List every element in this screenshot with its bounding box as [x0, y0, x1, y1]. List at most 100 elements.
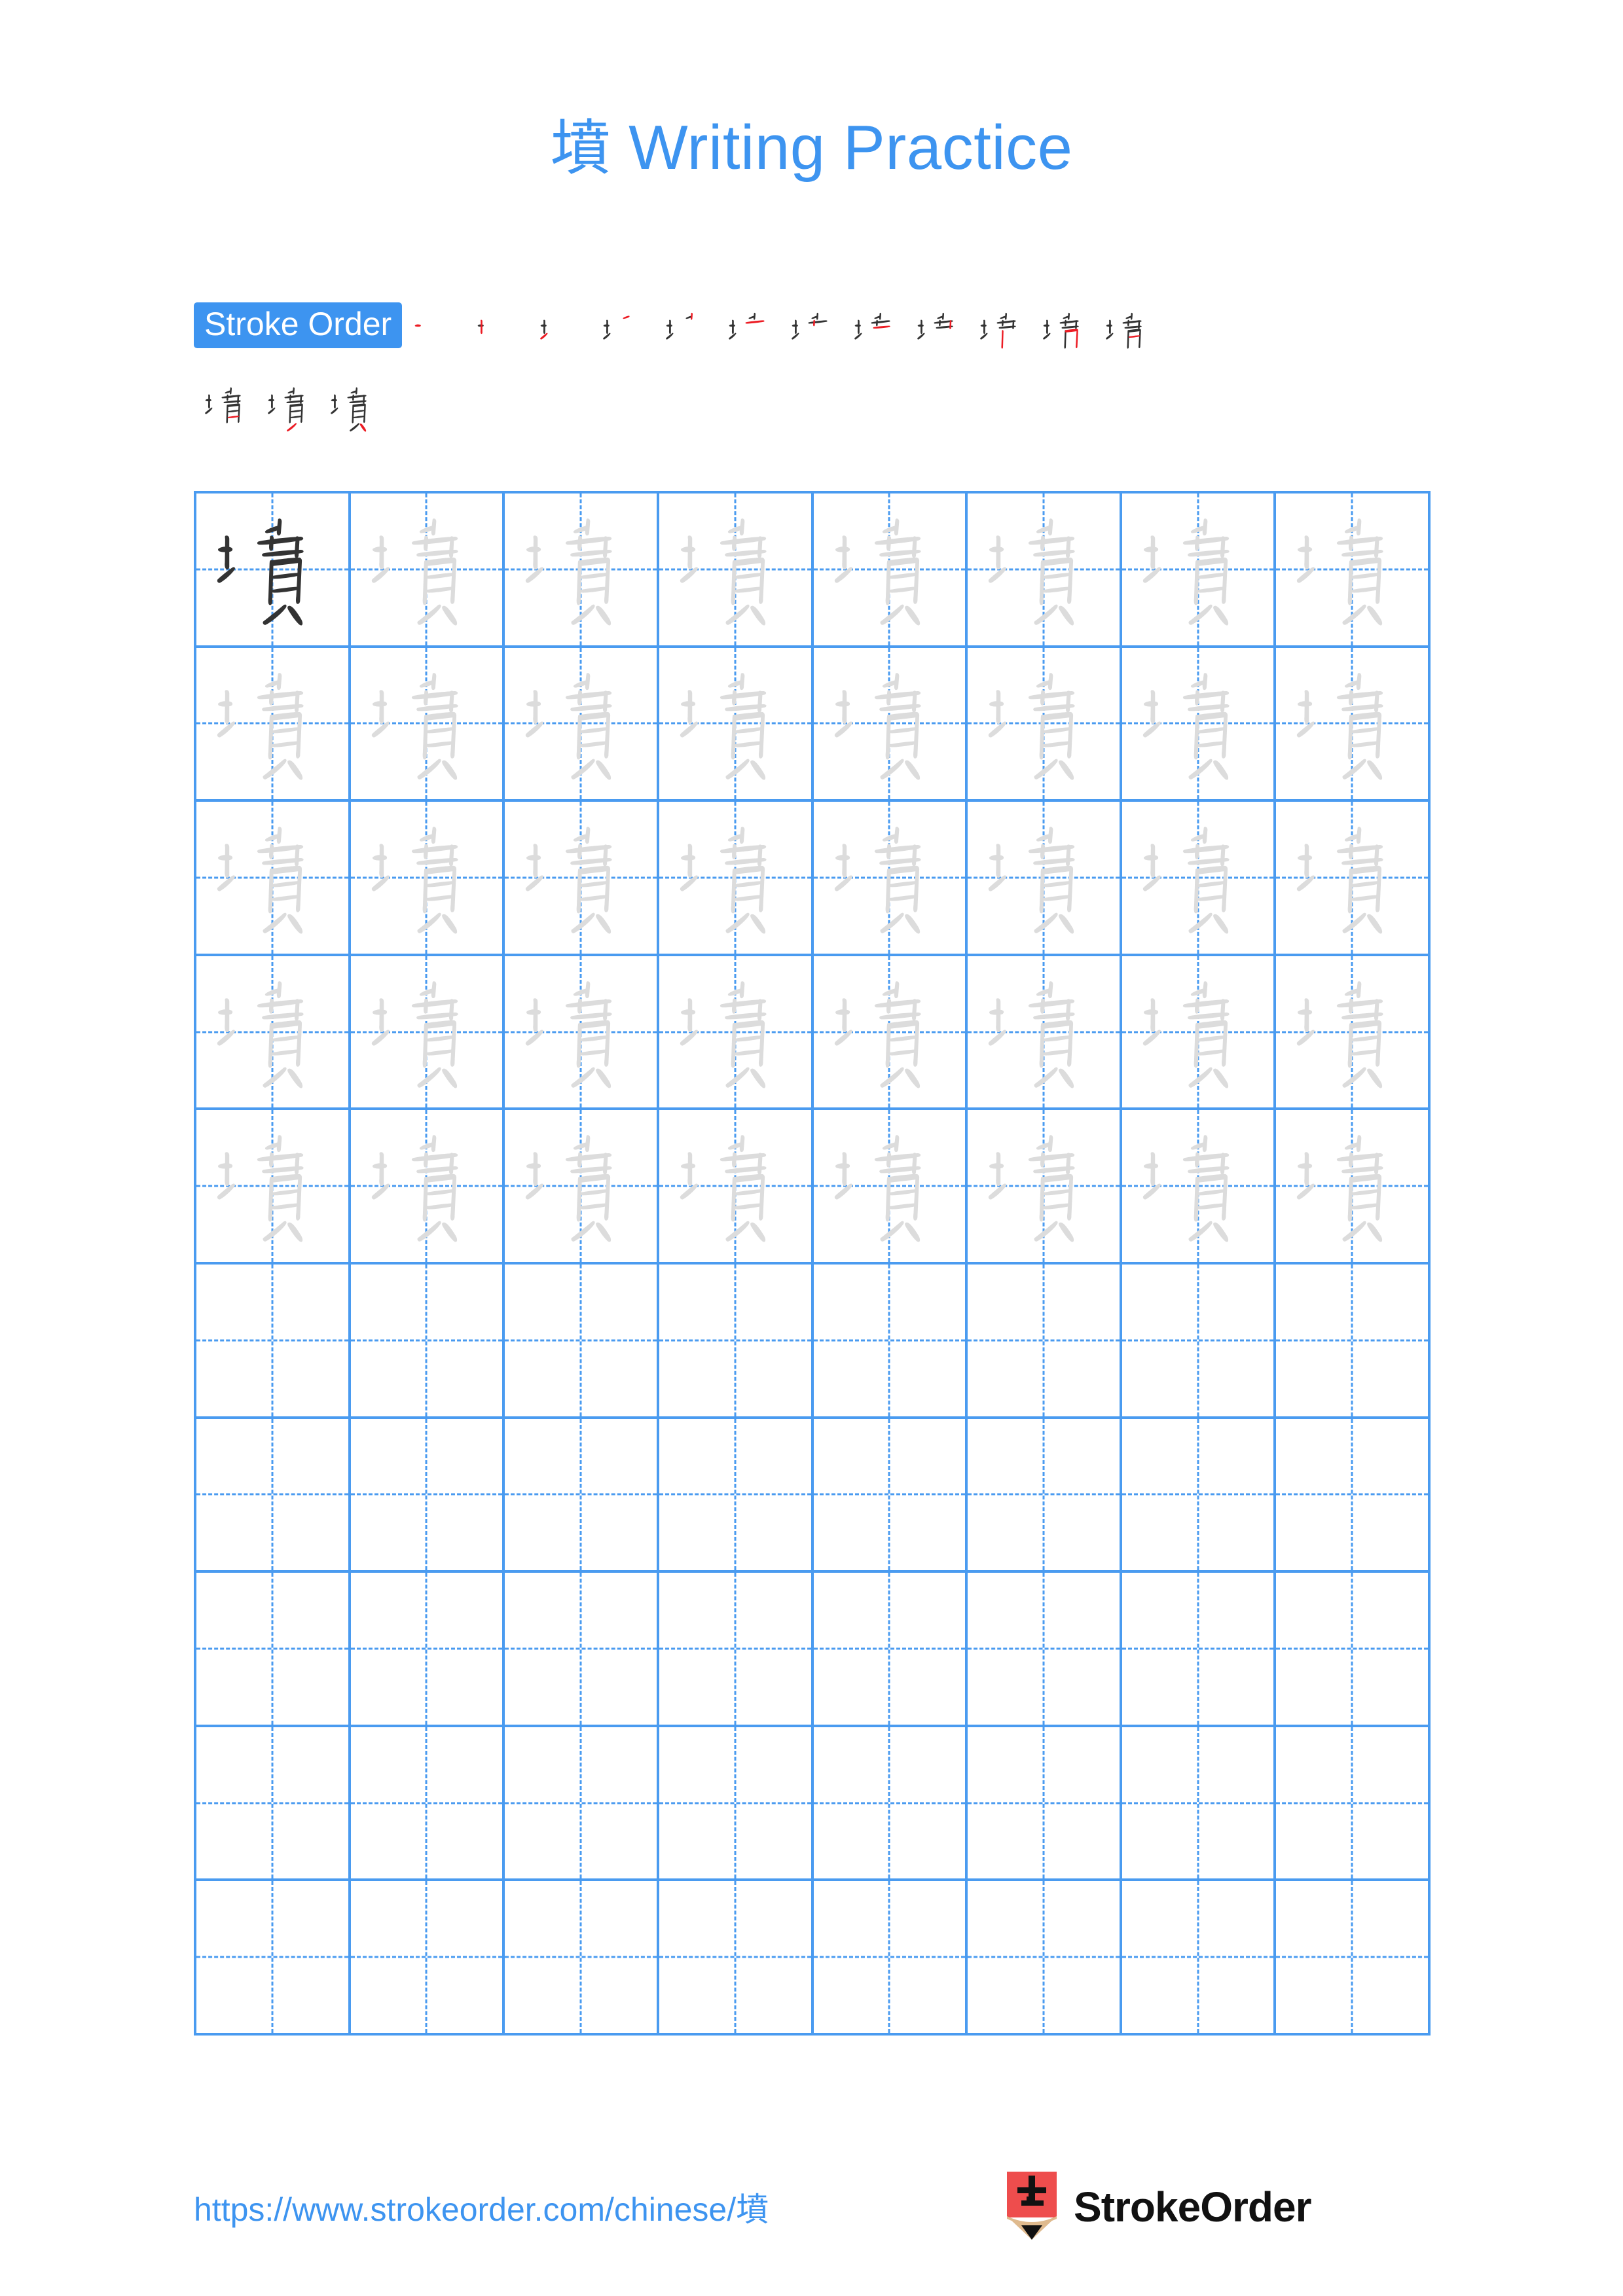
practice-cell-r2-c1[interactable] — [196, 647, 351, 802]
practice-cell-r5-c7[interactable] — [1122, 1110, 1277, 1265]
stroke-step-1 — [406, 302, 469, 365]
practice-cell-r6-c4[interactable] — [659, 1265, 814, 1419]
practice-cell-r9-c8[interactable] — [1276, 1727, 1431, 1882]
practice-cell-r7-c6[interactable] — [968, 1418, 1122, 1573]
practice-cell-r2-c2[interactable] — [350, 647, 505, 802]
practice-cell-r3-c3[interactable] — [505, 802, 659, 956]
practice-cell-r7-c2[interactable] — [350, 1418, 505, 1573]
practice-cell-r10-c4[interactable] — [659, 1881, 814, 2036]
stroke-order-section: Stroke Order — [194, 302, 1438, 440]
stroke-step-9 — [909, 302, 972, 365]
practice-cell-r8-c1[interactable] — [196, 1573, 351, 1727]
practice-cell-r8-c8[interactable] — [1276, 1573, 1431, 1727]
practice-cell-r9-c4[interactable] — [659, 1727, 814, 1882]
stroke-step-7 — [783, 302, 846, 365]
practice-cell-r3-c8[interactable] — [1276, 802, 1431, 956]
practice-cell-r10-c2[interactable] — [350, 1881, 505, 2036]
practice-cell-r3-c4[interactable] — [659, 802, 814, 956]
practice-cell-r5-c3[interactable] — [505, 1110, 659, 1265]
practice-cell-r8-c4[interactable] — [659, 1573, 814, 1727]
practice-cell-r1-c4[interactable] — [659, 493, 814, 648]
trace-character — [814, 956, 966, 1108]
practice-cell-r5-c4[interactable] — [659, 1110, 814, 1265]
practice-cell-r10-c3[interactable] — [505, 1881, 659, 2036]
trace-character — [351, 493, 503, 645]
practice-cell-r7-c7[interactable] — [1122, 1418, 1277, 1573]
practice-cell-r6-c3[interactable] — [505, 1265, 659, 1419]
practice-cell-r6-c8[interactable] — [1276, 1265, 1431, 1419]
practice-cell-r2-c4[interactable] — [659, 647, 814, 802]
stroke-order-row-2 — [196, 377, 1438, 440]
practice-cell-r4-c8[interactable] — [1276, 956, 1431, 1111]
practice-cell-r4-c7[interactable] — [1122, 956, 1277, 1111]
practice-cell-r7-c8[interactable] — [1276, 1418, 1431, 1573]
practice-cell-r10-c7[interactable] — [1122, 1881, 1277, 2036]
practice-cell-r7-c5[interactable] — [813, 1418, 968, 1573]
practice-cell-r6-c1[interactable] — [196, 1265, 351, 1419]
practice-cell-r4-c6[interactable] — [968, 956, 1122, 1111]
practice-cell-r1-c6[interactable] — [968, 493, 1122, 648]
practice-cell-r8-c2[interactable] — [350, 1573, 505, 1727]
practice-cell-r2-c5[interactable] — [813, 647, 968, 802]
trace-character — [814, 802, 966, 954]
trace-character — [659, 648, 811, 800]
stroke-step-4 — [594, 302, 657, 365]
page-title: 墳 Writing Practice — [0, 99, 1623, 187]
practice-cell-r8-c7[interactable] — [1122, 1573, 1277, 1727]
practice-cell-r5-c2[interactable] — [350, 1110, 505, 1265]
practice-cell-r7-c4[interactable] — [659, 1418, 814, 1573]
practice-cell-r9-c6[interactable] — [968, 1727, 1122, 1882]
trace-character — [1276, 493, 1428, 645]
practice-cell-r3-c7[interactable] — [1122, 802, 1277, 956]
page-title-character: 墳 — [550, 113, 611, 183]
practice-cell-r5-c5[interactable] — [813, 1110, 968, 1265]
stroke-step-15 — [322, 377, 385, 440]
practice-cell-r8-c6[interactable] — [968, 1573, 1122, 1727]
practice-cell-r10-c6[interactable] — [968, 1881, 1122, 2036]
practice-cell-r1-c8[interactable] — [1276, 493, 1431, 648]
practice-cell-r6-c2[interactable] — [350, 1265, 505, 1419]
practice-cell-r5-c6[interactable] — [968, 1110, 1122, 1265]
practice-cell-r3-c2[interactable] — [350, 802, 505, 956]
practice-cell-r4-c2[interactable] — [350, 956, 505, 1111]
practice-cell-r2-c8[interactable] — [1276, 647, 1431, 802]
trace-character — [814, 493, 966, 645]
practice-cell-r9-c7[interactable] — [1122, 1727, 1277, 1882]
practice-cell-r2-c6[interactable] — [968, 647, 1122, 802]
footer-url-link[interactable]: https://www.strokeorder.com/chinese/墳 — [194, 2183, 769, 2231]
practice-cell-r8-c3[interactable] — [505, 1573, 659, 1727]
practice-cell-r3-c1[interactable] — [196, 802, 351, 956]
practice-cell-r1-c3[interactable] — [505, 493, 659, 648]
practice-cell-r3-c5[interactable] — [813, 802, 968, 956]
practice-cell-r10-c1[interactable] — [196, 1881, 351, 2036]
practice-cell-r4-c1[interactable] — [196, 956, 351, 1111]
practice-cell-r1-c5[interactable] — [813, 493, 968, 648]
practice-cell-r5-c8[interactable] — [1276, 1110, 1431, 1265]
practice-cell-r4-c5[interactable] — [813, 956, 968, 1111]
practice-cell-r6-c6[interactable] — [968, 1265, 1122, 1419]
trace-character — [1122, 1110, 1274, 1262]
practice-cell-r4-c4[interactable] — [659, 956, 814, 1111]
practice-cell-r1-c2[interactable] — [350, 493, 505, 648]
practice-cell-r6-c7[interactable] — [1122, 1265, 1277, 1419]
practice-cell-r9-c1[interactable] — [196, 1727, 351, 1882]
practice-cell-r9-c3[interactable] — [505, 1727, 659, 1882]
trace-character — [1276, 648, 1428, 800]
practice-cell-r6-c5[interactable] — [813, 1265, 968, 1419]
practice-cell-r8-c5[interactable] — [813, 1573, 968, 1727]
practice-cell-r2-c7[interactable] — [1122, 647, 1277, 802]
practice-cell-r4-c3[interactable] — [505, 956, 659, 1111]
trace-character — [968, 648, 1120, 800]
practice-cell-r5-c1[interactable] — [196, 1110, 351, 1265]
practice-cell-r10-c8[interactable] — [1276, 1881, 1431, 2036]
practice-cell-r1-c7[interactable] — [1122, 493, 1277, 648]
practice-cell-r9-c2[interactable] — [350, 1727, 505, 1882]
practice-cell-r7-c3[interactable] — [505, 1418, 659, 1573]
trace-character — [505, 802, 657, 954]
practice-cell-r9-c5[interactable] — [813, 1727, 968, 1882]
practice-cell-r10-c5[interactable] — [813, 1881, 968, 2036]
practice-cell-r2-c3[interactable] — [505, 647, 659, 802]
practice-cell-r1-c1[interactable] — [196, 493, 351, 648]
practice-cell-r3-c6[interactable] — [968, 802, 1122, 956]
practice-cell-r7-c1[interactable] — [196, 1418, 351, 1573]
